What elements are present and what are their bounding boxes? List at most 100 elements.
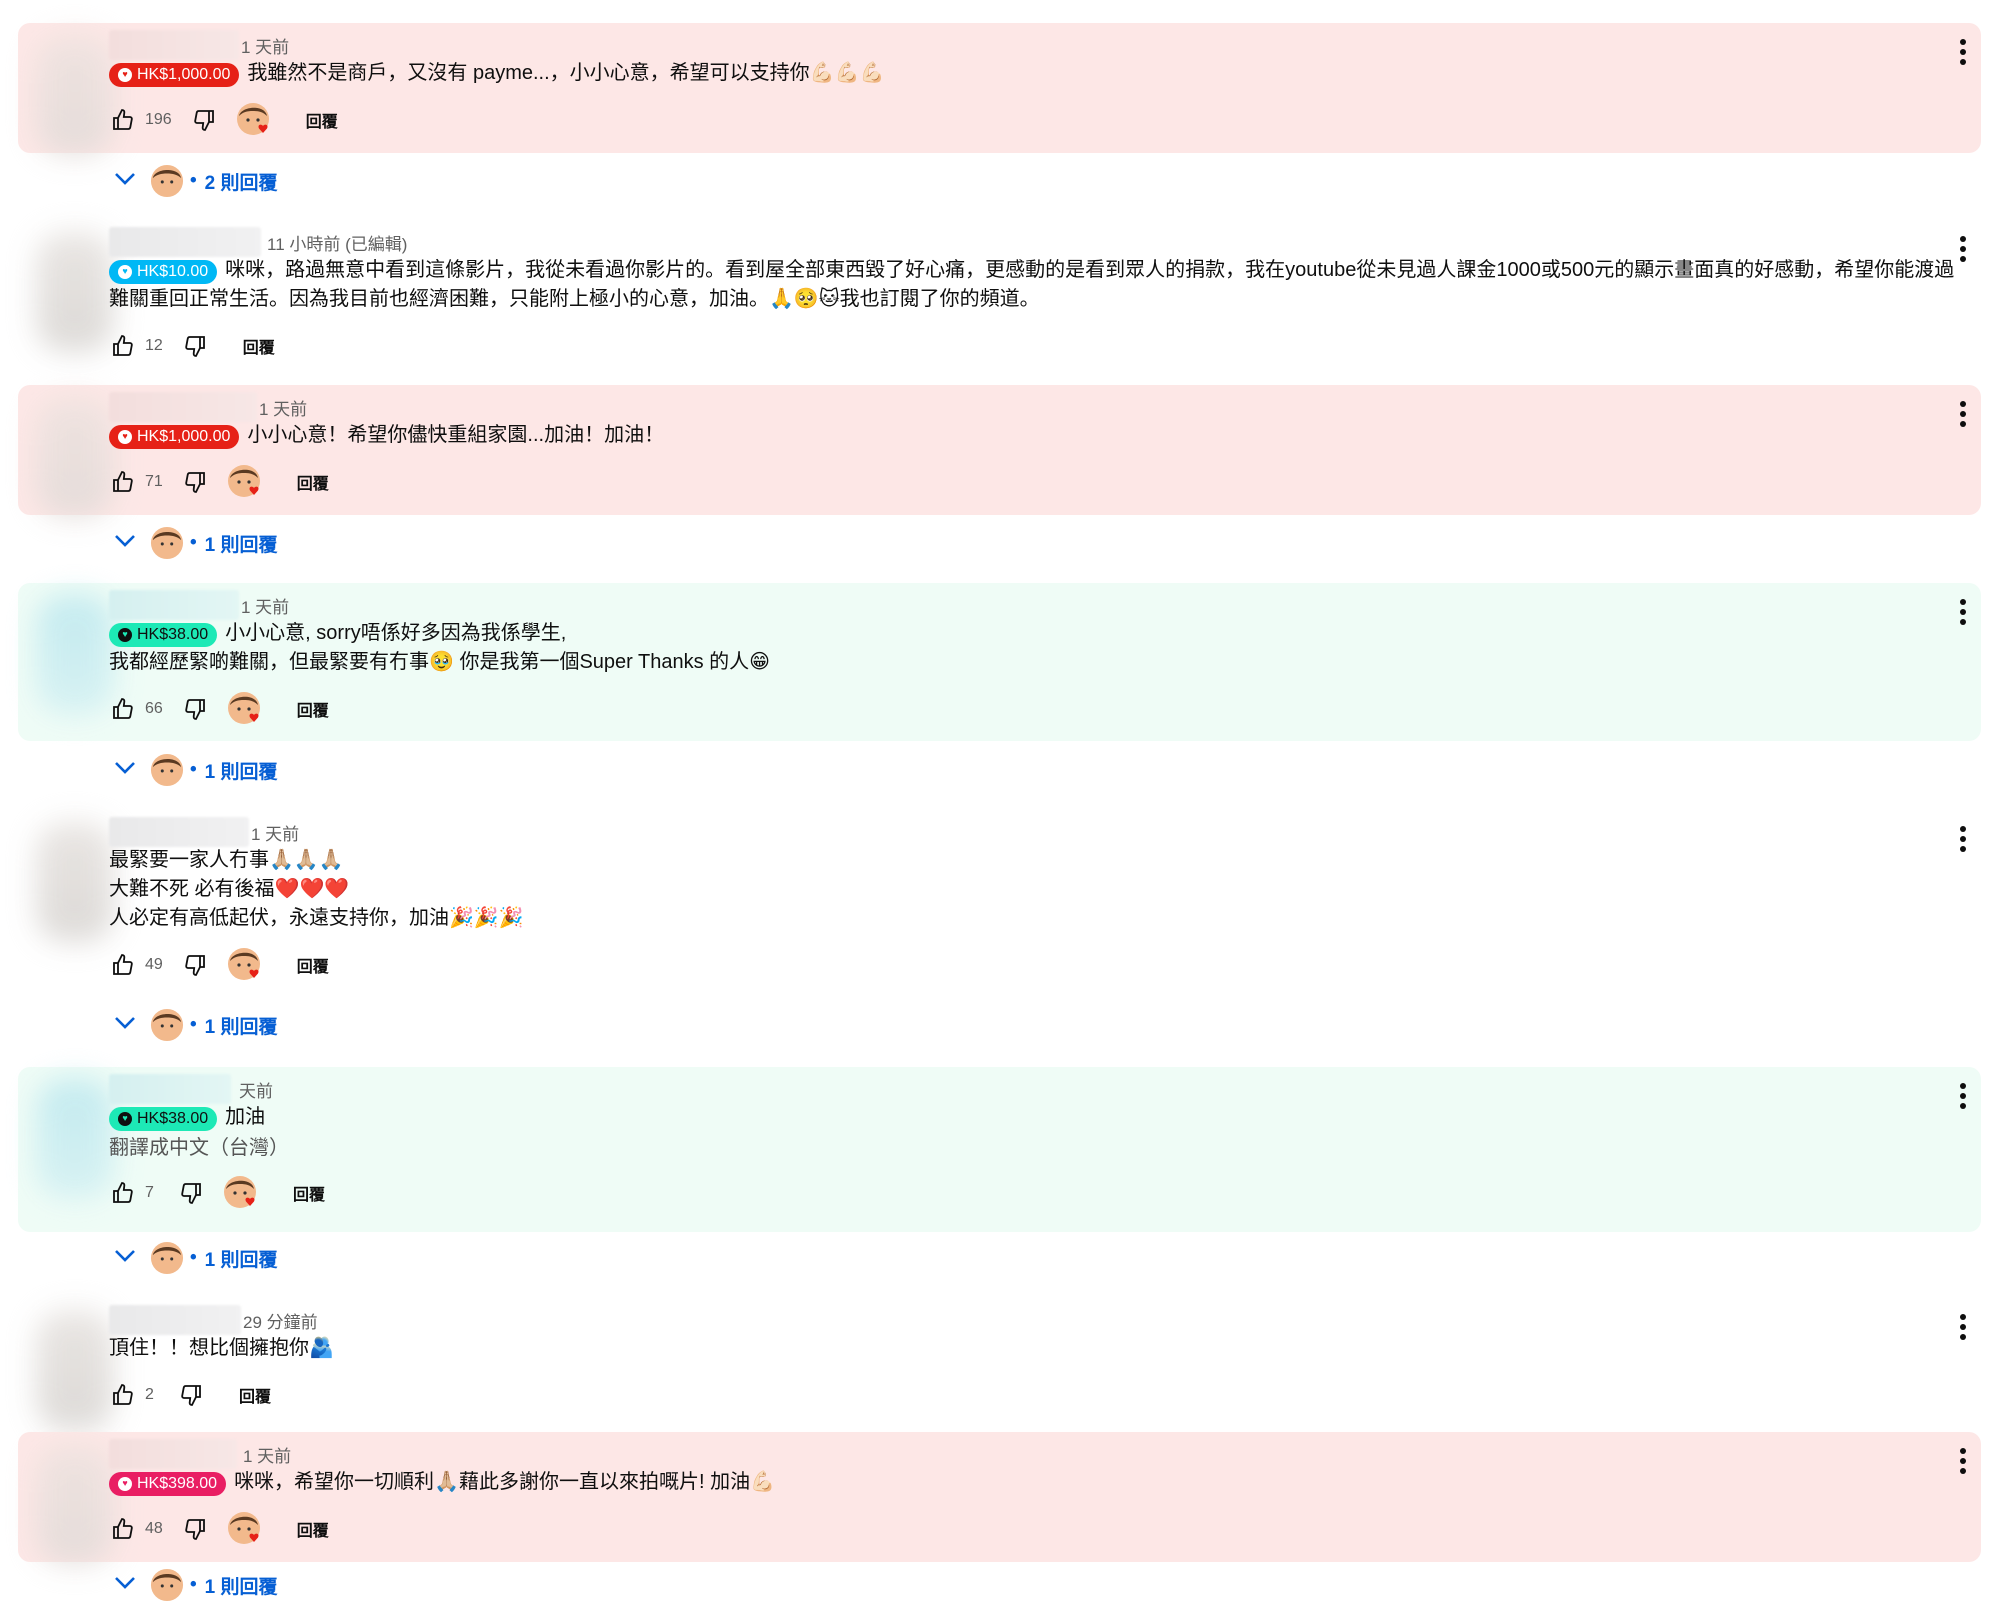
comment-thread: 1 天前 最緊要一家人冇事🙏🏼🙏🏼🙏🏼 大難不死 必有後福❤️❤️❤️ 人必定有…: [18, 810, 1981, 1002]
dislike-icon[interactable]: [181, 1515, 209, 1543]
commenter-avatar[interactable]: [36, 1310, 114, 1430]
view-replies-button[interactable]: • 1 則回覆: [114, 1238, 278, 1278]
comment-text: 我雖然不是商戶，又沒有 payme...，小小心意，希望可以支持你💪🏻💪🏻💪🏻: [247, 62, 885, 84]
chevron-down-icon: [114, 1247, 136, 1269]
comment-time[interactable]: 11 小時前 (已編輯): [267, 230, 407, 255]
comment-text: 咪咪，路過無意中看到這條影片，我從未看過你影片的。看到屋全部東西毀了好心痛，更感…: [225, 259, 1955, 281]
comment-time[interactable]: 1 天前: [241, 593, 289, 618]
view-replies-button[interactable]: • 1 則回覆: [114, 523, 278, 563]
like-count: 71: [145, 473, 163, 490]
dislike-icon[interactable]: [181, 332, 209, 360]
more-options-icon[interactable]: [1953, 824, 1973, 854]
super-thanks-amount: HK$38.00: [137, 1110, 209, 1127]
view-replies-button[interactable]: • 1 則回覆: [114, 1005, 278, 1045]
like-icon[interactable]: [109, 1381, 137, 1409]
like-icon[interactable]: [109, 695, 137, 723]
view-replies-button[interactable]: • 1 則回覆: [114, 750, 278, 790]
commenter-avatar[interactable]: [36, 397, 114, 517]
like-icon[interactable]: [109, 468, 137, 496]
creator-heart-avatar: [223, 1175, 259, 1211]
super-thanks-badge: ♥ HK$38.00: [109, 622, 218, 647]
commenter-name[interactable]: [109, 1439, 237, 1469]
comment-time[interactable]: 天前: [239, 1077, 273, 1102]
like-icon[interactable]: [109, 332, 137, 360]
reply-count[interactable]: 1 則回覆: [205, 1012, 278, 1039]
commenter-avatar[interactable]: [36, 1444, 114, 1564]
super-thanks-amount: HK$10.00: [137, 263, 209, 280]
chevron-down-icon: [114, 170, 136, 192]
like-count: 196: [145, 111, 172, 128]
dislike-icon[interactable]: [190, 106, 218, 134]
commenter-name[interactable]: [109, 392, 257, 422]
separator-dot: •: [190, 532, 197, 553]
reply-button[interactable]: 回覆: [293, 1181, 325, 1205]
comment-text-line: 我都經歷緊啲難關，但最緊要有冇事🥹 你是我第一個Super Thanks 的人😁: [109, 651, 771, 673]
super-thanks-badge: ♥ HK$38.00: [109, 1106, 218, 1131]
reply-button[interactable]: 回覆: [297, 697, 329, 721]
view-replies-button[interactable]: • 2 則回覆: [114, 161, 278, 201]
reply-count[interactable]: 2 則回覆: [205, 168, 278, 195]
like-icon[interactable]: [109, 1515, 137, 1543]
reply-button[interactable]: 回覆: [297, 470, 329, 494]
commenter-name[interactable]: [109, 227, 261, 257]
comment-time[interactable]: 1 天前: [251, 820, 299, 845]
more-options-icon[interactable]: [1953, 234, 1973, 264]
commenter-name[interactable]: [109, 817, 249, 847]
like-icon[interactable]: [109, 106, 137, 134]
more-options-icon[interactable]: [1953, 37, 1973, 67]
like-icon[interactable]: [109, 1179, 137, 1207]
more-options-icon[interactable]: [1953, 1312, 1973, 1342]
creator-avatar: [150, 1008, 184, 1042]
reply-button[interactable]: 回覆: [297, 953, 329, 977]
commenter-name[interactable]: [109, 1074, 231, 1104]
reply-count[interactable]: 1 則回覆: [205, 1245, 278, 1272]
chevron-down-icon: [114, 1014, 136, 1036]
super-thanks-amount: HK$1,000.00: [137, 428, 231, 445]
commenter-avatar[interactable]: [36, 35, 114, 155]
commenter-avatar[interactable]: [36, 822, 114, 942]
reply-button[interactable]: 回覆: [239, 1383, 271, 1407]
more-options-icon[interactable]: [1953, 1446, 1973, 1476]
super-thanks-badge: ♥ HK$398.00: [109, 1471, 227, 1496]
reply-button[interactable]: 回覆: [297, 1517, 329, 1541]
view-replies-button[interactable]: • 1 則回覆: [114, 1565, 278, 1605]
comment-text-line: 最緊要一家人冇事🙏🏼🙏🏼🙏🏼: [109, 849, 344, 871]
comment-text: 小小心意！希望你儘快重組家園...加油！加油！: [247, 424, 665, 446]
dislike-icon[interactable]: [181, 695, 209, 723]
separator-dot: •: [190, 1247, 197, 1268]
comment-time[interactable]: 1 天前: [241, 33, 289, 58]
like-count: 66: [145, 700, 163, 717]
reply-count[interactable]: 1 則回覆: [205, 1572, 278, 1599]
comment-time[interactable]: 1 天前: [243, 1442, 291, 1467]
like-count: 12: [145, 337, 163, 354]
more-options-icon[interactable]: [1953, 399, 1973, 429]
dislike-icon[interactable]: [177, 1179, 205, 1207]
reply-button[interactable]: 回覆: [243, 334, 275, 358]
super-thanks-icon: ♥: [118, 264, 132, 279]
dislike-icon[interactable]: [181, 468, 209, 496]
creator-avatar: [150, 164, 184, 198]
like-icon[interactable]: [109, 951, 137, 979]
commenter-avatar[interactable]: [36, 595, 114, 715]
separator-dot: •: [190, 759, 197, 780]
reply-count[interactable]: 1 則回覆: [205, 757, 278, 784]
commenter-name[interactable]: [109, 30, 239, 60]
dislike-icon[interactable]: [181, 951, 209, 979]
commenter-avatar[interactable]: [36, 1079, 114, 1199]
comment-text-line: ♥ HK$38.00 加油: [109, 1103, 1941, 1132]
more-options-icon[interactable]: [1953, 597, 1973, 627]
creator-heart-avatar: [227, 464, 263, 500]
comment-time[interactable]: 1 天前: [259, 395, 307, 420]
dislike-icon[interactable]: [177, 1381, 205, 1409]
comment-text: 加油: [225, 1106, 266, 1128]
more-options-icon[interactable]: [1953, 1081, 1973, 1111]
comment-time[interactable]: 29 分鐘前: [243, 1308, 318, 1333]
commenter-name[interactable]: [109, 590, 239, 620]
reply-button[interactable]: 回覆: [306, 108, 338, 132]
commenter-avatar[interactable]: [36, 232, 114, 352]
translate-link[interactable]: 翻譯成中文（台灣）: [109, 1134, 1941, 1163]
creator-avatar: [150, 1568, 184, 1602]
commenter-name[interactable]: [109, 1305, 241, 1335]
separator-dot: •: [190, 1574, 197, 1595]
reply-count[interactable]: 1 則回覆: [205, 530, 278, 557]
